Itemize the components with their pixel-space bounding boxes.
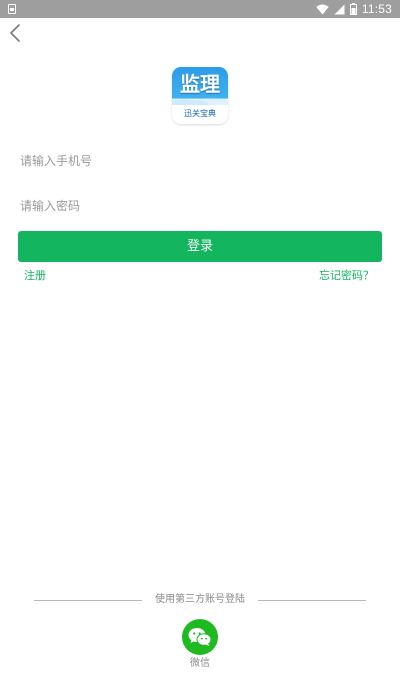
cellular-signal-icon bbox=[334, 4, 345, 14]
sim-card-icon bbox=[8, 4, 16, 14]
battery-icon bbox=[349, 3, 357, 15]
back-button[interactable] bbox=[6, 22, 26, 44]
forgot-password-link[interactable]: 忘记密码？ bbox=[319, 268, 374, 284]
wechat-icon bbox=[188, 628, 212, 647]
app-logo: 监理 迅关宝典 bbox=[172, 67, 228, 124]
status-indicators: 11:53 bbox=[316, 0, 392, 18]
logo-main-text: 监理 bbox=[180, 72, 220, 96]
logo-sub-text: 迅关宝典 bbox=[184, 109, 216, 118]
login-button[interactable]: 登录 bbox=[18, 231, 382, 262]
register-link[interactable]: 注册 bbox=[24, 268, 46, 284]
login-screen: 11:53 监理 迅关宝典 登录 注册 忘记密码？ 使用第三方账号登陆 bbox=[0, 0, 400, 690]
wechat-label: 微信 bbox=[190, 658, 210, 669]
logo-cloud-decoration bbox=[172, 95, 228, 105]
status-bar: 11:53 bbox=[0, 0, 400, 18]
password-input[interactable] bbox=[20, 193, 380, 219]
chevron-left-icon bbox=[10, 24, 20, 42]
divider-right bbox=[258, 600, 366, 601]
phone-input[interactable] bbox=[20, 148, 380, 174]
wechat-login-button[interactable] bbox=[182, 619, 218, 655]
wifi-icon bbox=[316, 4, 329, 14]
status-time: 11:53 bbox=[361, 2, 392, 16]
third-party-divider: 使用第三方账号登陆 bbox=[34, 592, 366, 608]
